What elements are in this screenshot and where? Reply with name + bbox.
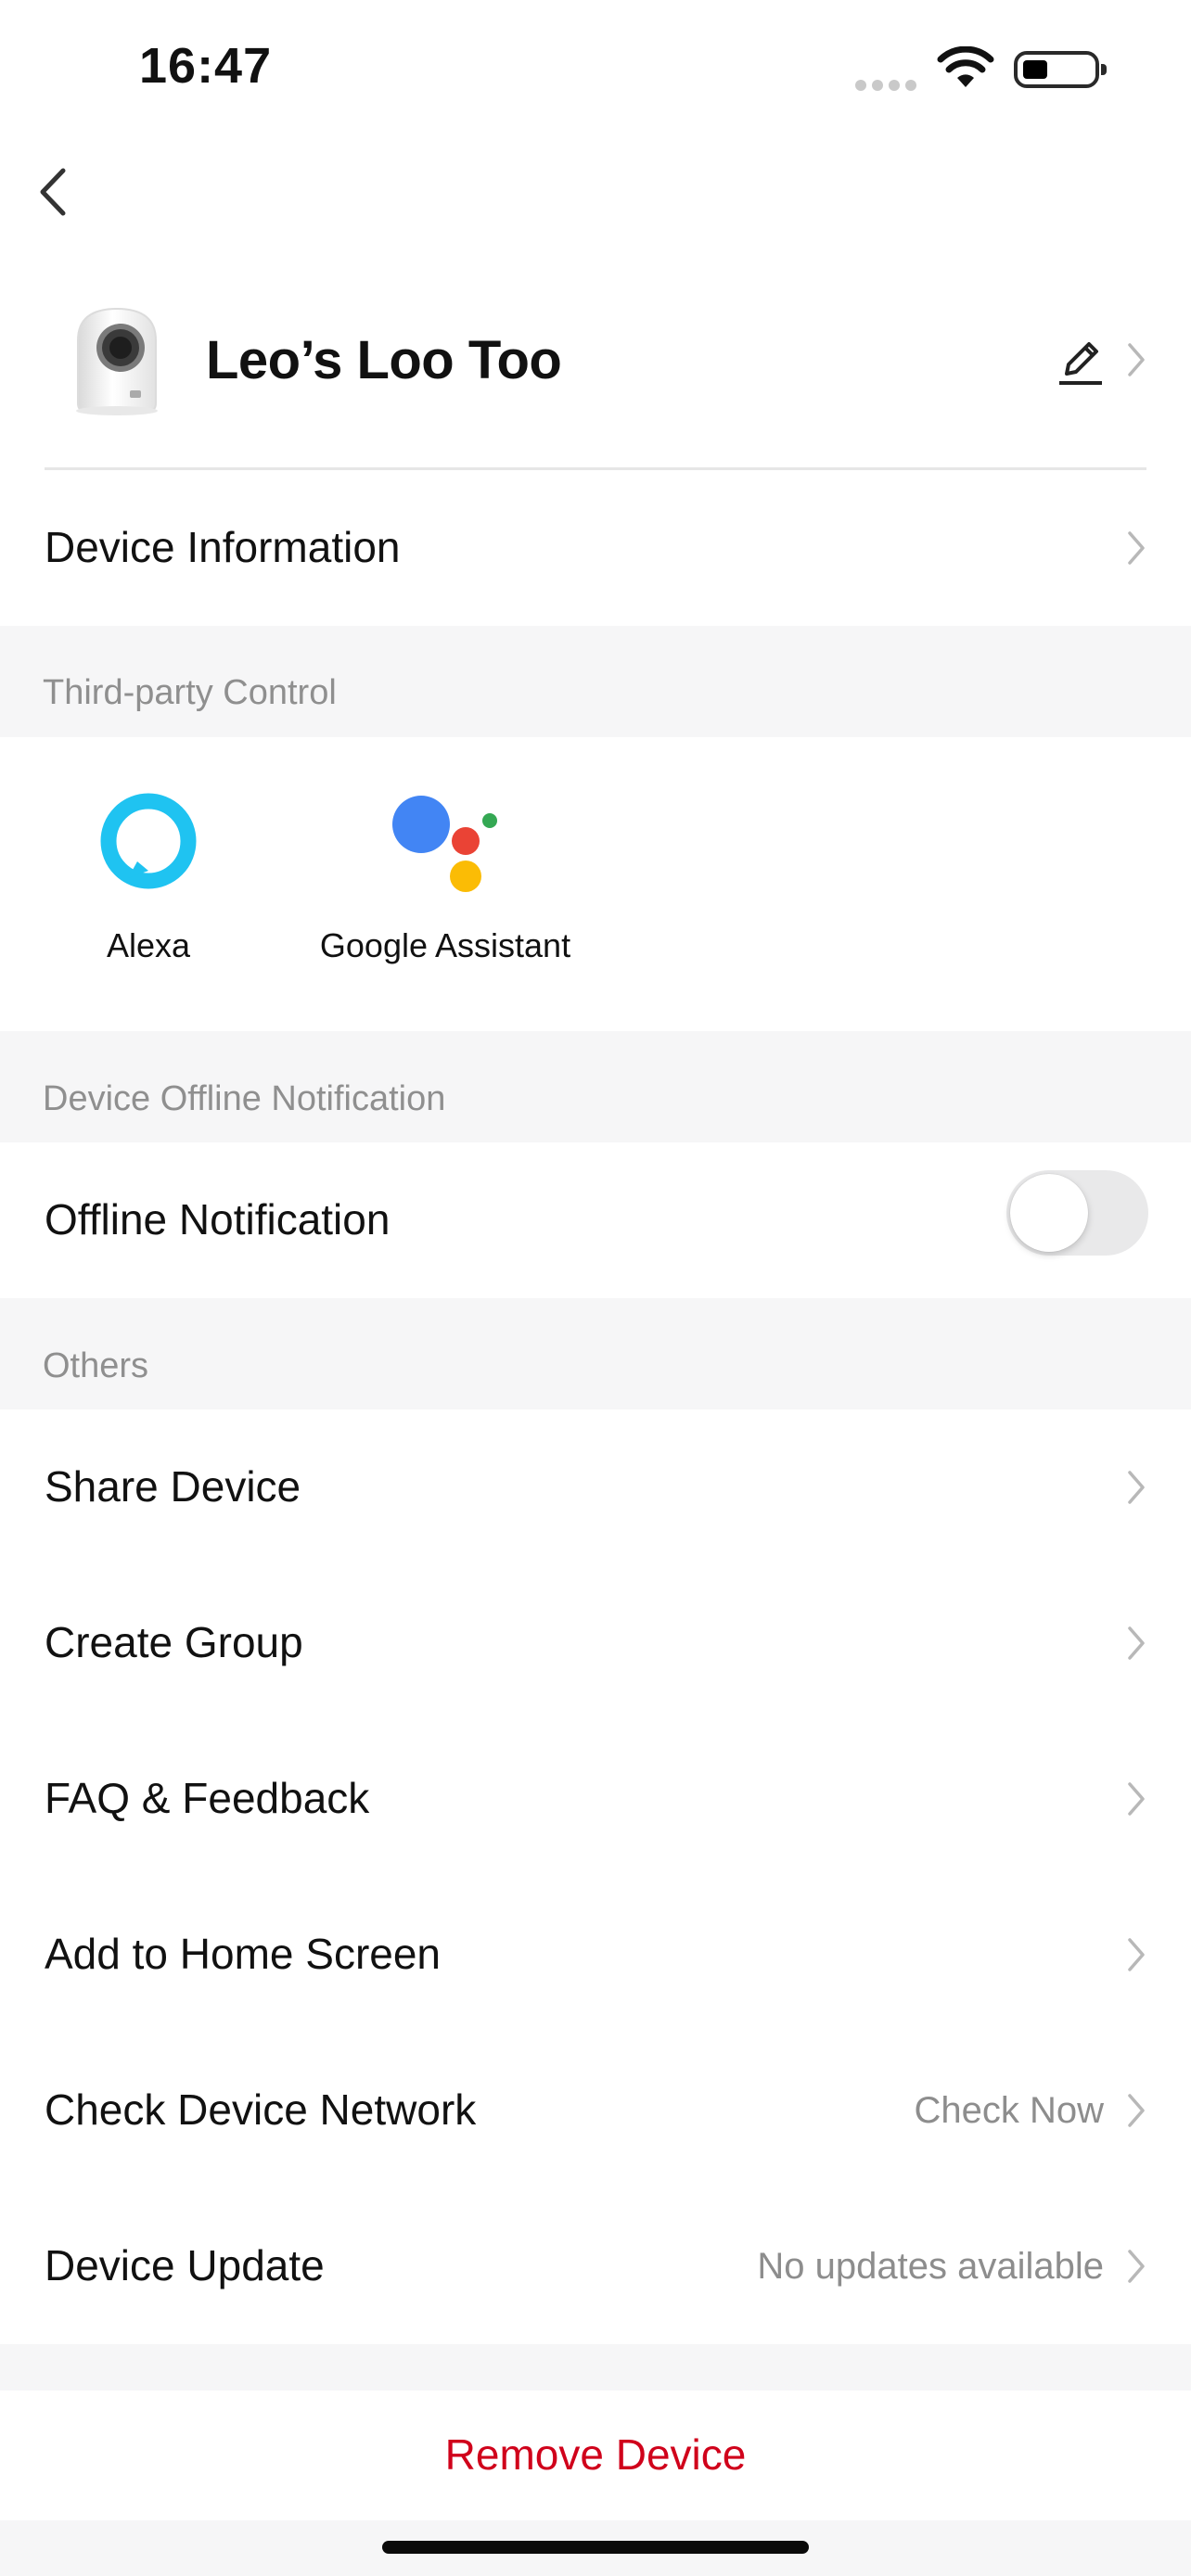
chevron-right-icon: [1128, 531, 1145, 565]
third-party-section-title: Third-party Control: [43, 673, 337, 712]
check-device-network-label: Check Device Network: [45, 2085, 477, 2134]
share-device-row[interactable]: Share Device: [0, 1409, 1191, 1565]
chevron-right-icon: [1128, 2094, 1145, 2127]
create-group-label: Create Group: [45, 1618, 303, 1666]
offline-notification-label: Offline Notification: [45, 1195, 391, 1243]
edit-pencil-icon[interactable]: [1057, 338, 1104, 387]
add-to-home-screen-label: Add to Home Screen: [45, 1930, 442, 1978]
status-time: 16:47: [139, 38, 273, 94]
google-assistant-item[interactable]: Google Assistant: [297, 793, 594, 965]
alexa-label: Alexa: [106, 926, 191, 964]
home-indicator[interactable]: [382, 2541, 809, 2554]
check-now-value: Check Now: [914, 2090, 1104, 2131]
device-update-status: No updates available: [757, 2246, 1104, 2287]
offline-notification-toggle[interactable]: [1006, 1170, 1148, 1256]
alexa-icon: [100, 793, 197, 889]
offline-section-title: Device Offline Notification: [43, 1079, 446, 1118]
share-device-label: Share Device: [45, 1462, 301, 1511]
device-information-label: Device Information: [45, 523, 401, 571]
others-section-title: Others: [43, 1346, 149, 1385]
chevron-right-icon: [1128, 1471, 1145, 1504]
toggle-knob: [1010, 1174, 1088, 1252]
device-update-label: Device Update: [45, 2241, 325, 2289]
google-assistant-label: Google Assistant: [319, 926, 571, 964]
chevron-right-icon: [1128, 1782, 1145, 1816]
device-name: Leo’s Loo Too: [206, 330, 562, 390]
google-assistant-icon: [392, 796, 497, 892]
wifi-icon: [937, 46, 994, 87]
chevron-right-icon: [1128, 343, 1145, 376]
battery-icon: [1014, 51, 1107, 88]
faq-feedback-row[interactable]: FAQ & Feedback: [0, 1721, 1191, 1877]
third-party-panel: Alexa Google Assistant: [0, 737, 1191, 1031]
add-to-home-screen-row[interactable]: Add to Home Screen: [0, 1877, 1191, 2033]
check-device-network-row[interactable]: Check Device Network Check Now: [0, 2033, 1191, 2188]
chevron-right-icon: [1128, 1938, 1145, 1971]
back-chevron-icon[interactable]: [35, 165, 72, 219]
device-thumbnail: [76, 307, 158, 415]
chevron-right-icon: [1128, 1626, 1145, 1660]
cellular-signal-icon: [855, 80, 916, 91]
status-bar: 16:47: [0, 0, 1191, 139]
device-name-row[interactable]: [0, 278, 1191, 473]
alexa-item[interactable]: Alexa: [74, 793, 223, 965]
chevron-right-icon: [1128, 2250, 1145, 2283]
device-settings-screen: 16:47 Leo’s Loo Too Device Information T…: [0, 0, 1191, 2576]
create-group-row[interactable]: Create Group: [0, 1565, 1191, 1721]
faq-feedback-label: FAQ & Feedback: [45, 1774, 370, 1822]
device-information-row[interactable]: Device Information: [0, 470, 1191, 626]
device-update-row[interactable]: Device Update No updates available: [0, 2188, 1191, 2344]
remove-device-label: Remove Device: [444, 2430, 747, 2479]
